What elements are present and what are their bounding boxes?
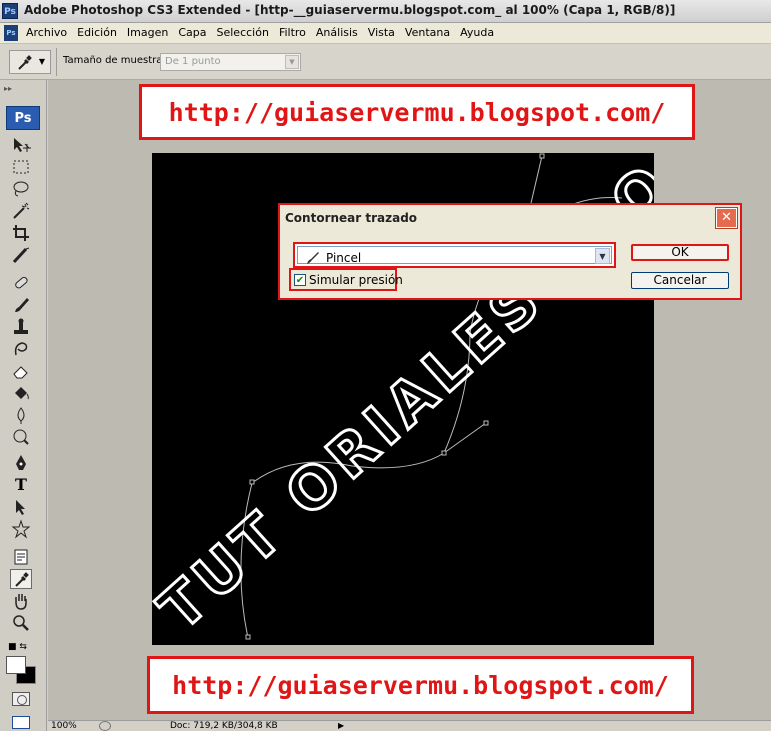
anchor-point bbox=[245, 634, 251, 640]
url-banner-bottom: http://guiaservermu.blogspot.com/ bbox=[147, 656, 694, 714]
sample-size-select[interactable]: De 1 punto ▼ bbox=[160, 53, 301, 71]
anchor-point bbox=[483, 420, 489, 426]
menu-ayuda[interactable]: Ayuda bbox=[460, 26, 500, 39]
url-banner-top: http://guiaservermu.blogspot.com/ bbox=[139, 84, 695, 140]
ps-badge[interactable]: Ps bbox=[6, 106, 40, 130]
window-title: Adobe Photoshop CS3 Extended - [http-__g… bbox=[24, 3, 676, 17]
slice-tool-icon[interactable] bbox=[10, 245, 32, 265]
notes-tool-icon[interactable] bbox=[10, 547, 32, 567]
menu-archivo[interactable]: Archivo bbox=[26, 26, 73, 39]
lasso-tool-icon[interactable] bbox=[10, 179, 32, 199]
title-bar: Ps Adobe Photoshop CS3 Extended - [http-… bbox=[0, 0, 771, 23]
crop-tool-icon[interactable] bbox=[10, 223, 32, 243]
dodge-tool-icon[interactable] bbox=[10, 427, 32, 447]
magic-wand-icon[interactable] bbox=[10, 201, 32, 221]
menu-imagen[interactable]: Imagen bbox=[127, 26, 174, 39]
menu-ventana[interactable]: Ventana bbox=[405, 26, 456, 39]
chevron-down-icon: ▼ bbox=[38, 57, 45, 66]
zoom-level[interactable]: 100% bbox=[51, 721, 77, 731]
dialog-title: Contornear trazado bbox=[285, 211, 418, 225]
blur-tool-icon[interactable] bbox=[10, 405, 32, 425]
simulate-pressure-checkbox[interactable]: ✔ Simular presión bbox=[289, 268, 403, 291]
quick-mask-icon[interactable] bbox=[12, 692, 30, 706]
info-icon[interactable] bbox=[99, 721, 111, 731]
brush-icon bbox=[307, 252, 319, 264]
toolbox: ▸▸ Ps T ■ ⇆ bbox=[0, 80, 47, 731]
path-selection-icon[interactable] bbox=[10, 497, 32, 517]
tool-dropdown-value: Pincel bbox=[326, 251, 362, 265]
document-icon[interactable]: Ps bbox=[4, 25, 18, 41]
eyedropper-tool-icon[interactable] bbox=[10, 569, 32, 589]
anchor-point bbox=[441, 450, 447, 456]
play-arrow-icon[interactable]: ▶ bbox=[338, 721, 344, 730]
pen-tool-icon[interactable] bbox=[10, 453, 32, 473]
tool-preset-picker[interactable]: ▼ bbox=[9, 50, 51, 74]
ok-button[interactable]: OK bbox=[631, 244, 729, 261]
type-tool-icon[interactable]: T bbox=[10, 475, 32, 495]
marquee-tool-icon[interactable] bbox=[10, 157, 32, 177]
menu-filtro[interactable]: Filtro bbox=[279, 26, 312, 39]
chevron-down-icon: ▼ bbox=[285, 55, 299, 69]
anchor-point bbox=[539, 153, 545, 159]
menu-vista[interactable]: Vista bbox=[368, 26, 401, 39]
menu-seleccion[interactable]: Selección bbox=[217, 26, 275, 39]
brush-tool-icon[interactable] bbox=[10, 295, 32, 315]
divider bbox=[56, 48, 57, 76]
status-bar: 100% Doc: 719,2 KB/304,8 KB ▶ bbox=[48, 720, 771, 731]
document-size: Doc: 719,2 KB/304,8 KB bbox=[170, 721, 278, 731]
anchor-point bbox=[249, 479, 255, 485]
menu-bar: Ps Archivo Edición Imagen Capa Selección… bbox=[0, 23, 771, 44]
custom-shape-icon[interactable] bbox=[10, 519, 32, 539]
hand-tool-icon[interactable] bbox=[10, 591, 32, 611]
zoom-tool-icon[interactable] bbox=[10, 613, 32, 633]
chevron-down-icon[interactable]: ▼ bbox=[595, 248, 610, 264]
options-bar: ▼ Tamaño de muestra: De 1 punto ▼ bbox=[0, 44, 771, 80]
tool-dropdown-field: Pincel ▼ bbox=[297, 246, 612, 265]
workspace: TUT ORIALES BLOG bbox=[48, 80, 771, 720]
menu-edicion[interactable]: Edición bbox=[77, 26, 123, 39]
eraser-tool-icon[interactable] bbox=[10, 361, 32, 381]
paint-bucket-icon[interactable] bbox=[10, 383, 32, 403]
move-tool-icon[interactable] bbox=[10, 135, 32, 155]
history-brush-icon[interactable] bbox=[10, 339, 32, 359]
simulate-pressure-label: Simular presión bbox=[309, 273, 403, 287]
panel-grip-icon[interactable]: ▸▸ bbox=[4, 84, 12, 93]
tool-dropdown[interactable]: Pincel ▼ bbox=[293, 242, 616, 268]
clone-stamp-icon[interactable] bbox=[10, 317, 32, 337]
sample-size-label: Tamaño de muestra: bbox=[63, 55, 166, 66]
checkmark-icon[interactable]: ✔ bbox=[294, 274, 306, 286]
sample-size-value: De 1 punto bbox=[165, 56, 221, 67]
menu-analisis[interactable]: Análisis bbox=[316, 26, 364, 39]
cancel-button[interactable]: Cancelar bbox=[631, 272, 729, 289]
healing-brush-icon[interactable] bbox=[10, 273, 32, 293]
foreground-color-swatch[interactable] bbox=[6, 656, 26, 674]
default-colors-icon[interactable]: ■ ⇆ bbox=[8, 642, 27, 652]
eyedropper-icon bbox=[18, 55, 32, 70]
close-icon[interactable]: ✕ bbox=[716, 208, 737, 228]
stroke-path-dialog: Contornear trazado ✕ Pincel ▼ ✔ Simular … bbox=[278, 203, 742, 300]
photoshop-app-icon: Ps bbox=[2, 3, 18, 19]
screen-mode-icon[interactable] bbox=[12, 716, 30, 729]
menu-capa[interactable]: Capa bbox=[178, 26, 212, 39]
